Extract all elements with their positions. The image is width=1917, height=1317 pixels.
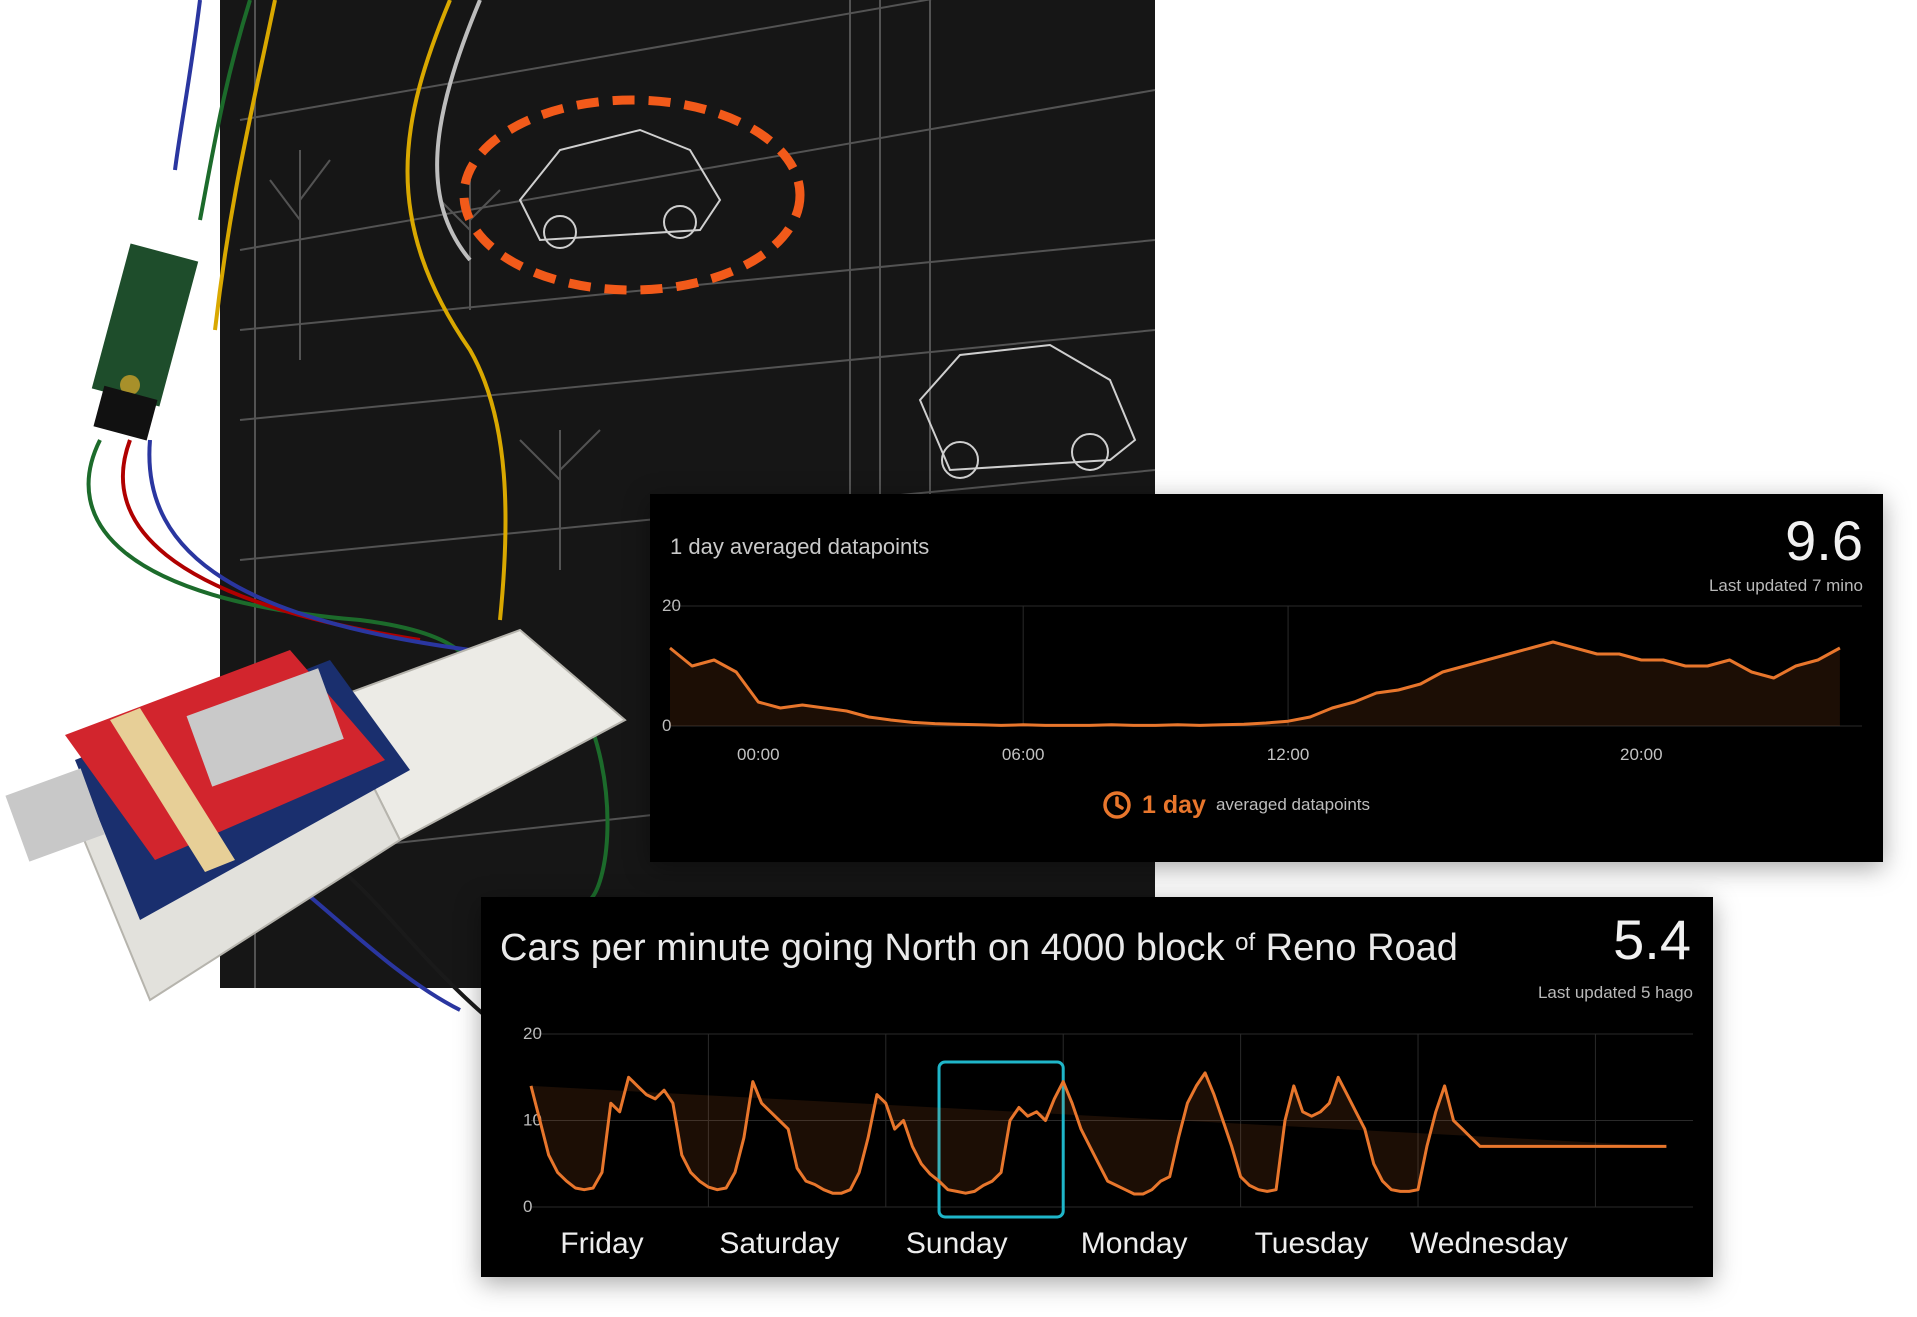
x-tick-label: Saturday — [719, 1227, 839, 1260]
x-tick-label: 06:00 — [1002, 745, 1045, 764]
day-chart-footer[interactable]: 1 day averaged datapoints — [1102, 790, 1370, 820]
y-tick-label: 0 — [523, 1197, 532, 1216]
x-tick-label: 20:00 — [1620, 745, 1663, 764]
clock-icon — [1103, 791, 1131, 819]
x-tick-label: 12:00 — [1267, 745, 1310, 764]
x-tick-label: 00:00 — [737, 745, 780, 764]
y-tick-label: 20 — [523, 1024, 542, 1043]
day-footer-label: averaged datapoints — [1215, 795, 1370, 814]
x-tick-label: Sunday — [906, 1227, 1008, 1260]
week-chart-panel: Cars per minute going North on 4000 bloc… — [481, 897, 1713, 1277]
series-area — [531, 1072, 1667, 1194]
x-tick-label: Tuesday — [1255, 1227, 1369, 1260]
day-chart-panel: 1 day averaged datapoints 9.6 Last updat… — [650, 494, 1883, 862]
y-tick-label: 20 — [662, 596, 681, 615]
pir-sensor-module — [91, 243, 199, 441]
series-area — [670, 642, 1840, 726]
x-tick-label: Wednesday — [1410, 1227, 1568, 1260]
week-chart: 01020Friday Saturday Sunday Monday Tuesday We… — [523, 1024, 1693, 1260]
x-tick-label: Friday — [560, 1227, 643, 1260]
x-tick-label: Monday — [1081, 1227, 1188, 1260]
day-period-label: 1 day — [1142, 790, 1206, 819]
